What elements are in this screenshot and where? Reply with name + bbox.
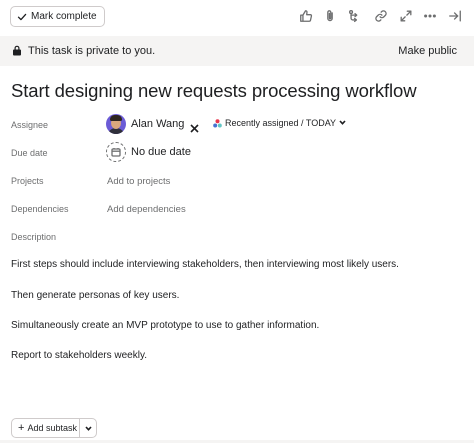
task-title[interactable]: Start designing new requests processing … <box>11 80 417 102</box>
make-public-button[interactable]: Make public <box>398 45 457 57</box>
recently-assigned-label: Recently assigned / TODAY <box>225 118 337 128</box>
expand-icon[interactable] <box>398 8 414 24</box>
add-subtask-button[interactable]: + Add subtask <box>12 419 81 437</box>
description-paragraph: Report to stakeholders weekly. <box>11 350 147 361</box>
lock-icon <box>12 45 22 56</box>
mark-complete-button[interactable]: Mark complete <box>10 6 105 27</box>
add-subtask-split-button: + Add subtask <box>11 418 97 438</box>
chevron-down-icon <box>339 118 346 128</box>
task-detail-pane: Mark complete This task is private to yo… <box>0 0 474 443</box>
assignee-label: Assignee <box>11 120 49 130</box>
avatar[interactable] <box>106 114 126 134</box>
private-notice: This task is private to you. <box>28 45 156 57</box>
calendar-icon[interactable] <box>106 142 126 162</box>
recently-assigned-dropdown[interactable]: Recently assigned / TODAY <box>213 118 346 128</box>
link-icon[interactable] <box>373 8 389 24</box>
description-paragraph: Then generate personas of key users. <box>11 290 180 301</box>
more-icon[interactable] <box>422 8 438 24</box>
due-date-label: Due date <box>11 148 48 158</box>
task-toolbar: Mark complete <box>0 0 474 34</box>
close-panel-icon[interactable] <box>447 8 463 24</box>
description-label: Description <box>11 232 57 242</box>
subtask-options-button[interactable] <box>80 425 96 432</box>
dependencies-label: Dependencies <box>11 204 69 214</box>
thumbs-up-icon[interactable] <box>298 8 314 24</box>
subtask-icon[interactable] <box>347 8 363 24</box>
add-subtask-label: Add subtask <box>27 423 77 433</box>
due-date-value[interactable]: No due date <box>131 146 191 158</box>
mark-complete-label: Mark complete <box>31 11 97 22</box>
assignee-name[interactable]: Alan Wang <box>131 118 184 130</box>
description-paragraph: First steps should include interviewing … <box>11 259 399 270</box>
project-color-icon <box>213 118 222 128</box>
add-dependencies-button[interactable]: Add dependencies <box>107 204 186 215</box>
description-paragraph: Simultaneously create an MVP prototype t… <box>11 320 320 331</box>
check-icon <box>17 13 27 20</box>
private-banner: This task is private to you. Make public <box>0 36 474 66</box>
paperclip-icon[interactable] <box>322 8 338 24</box>
chevron-down-icon <box>85 425 92 431</box>
projects-label: Projects <box>11 176 44 186</box>
plus-icon: + <box>18 421 25 434</box>
add-to-projects-button[interactable]: Add to projects <box>107 176 170 187</box>
remove-assignee-icon[interactable] <box>190 120 199 133</box>
